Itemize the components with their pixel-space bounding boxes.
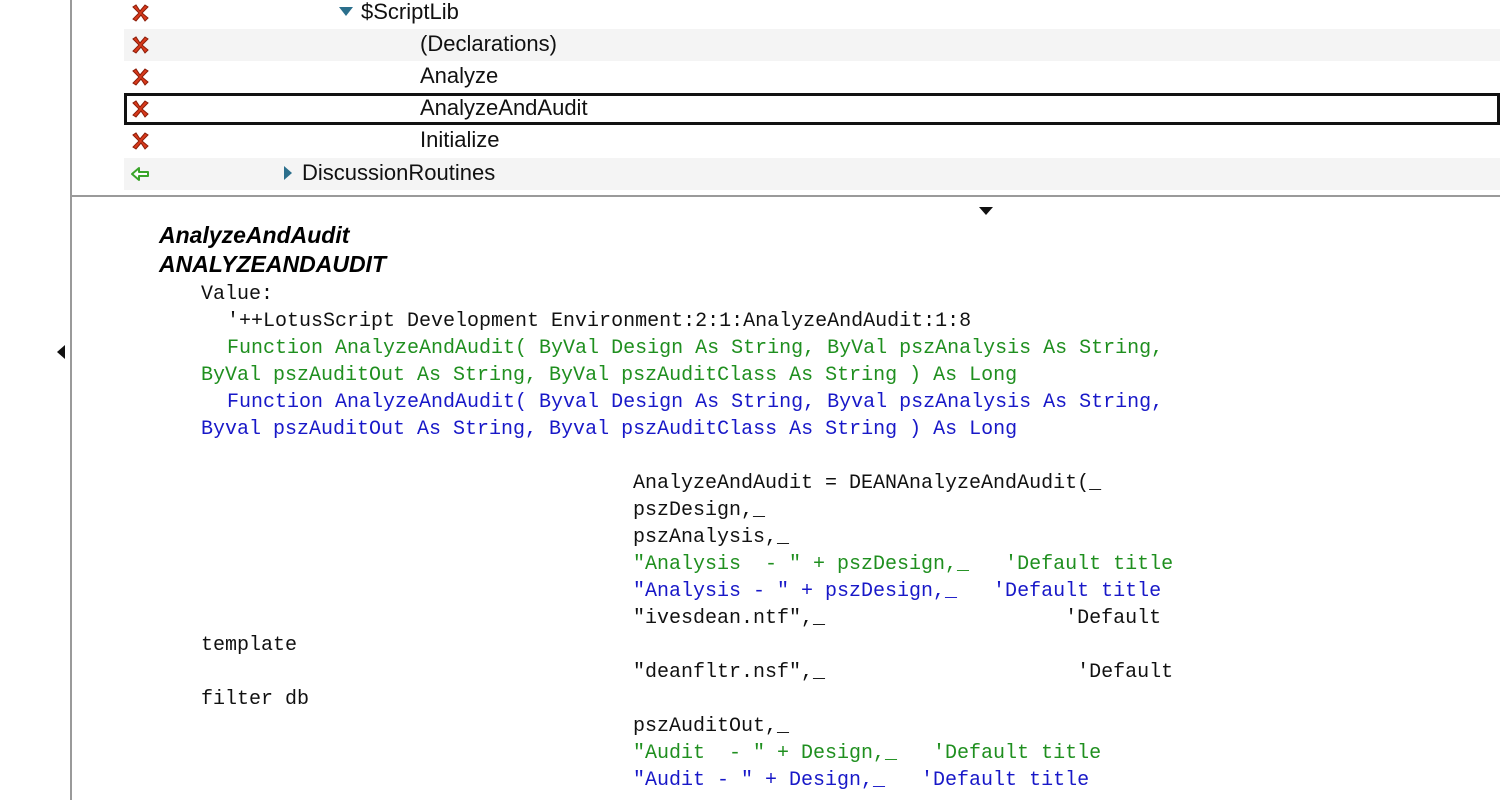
tree-row-declarations[interactable]: (Declarations)	[124, 29, 1500, 61]
code-line: "Analysis - " + pszDesign,_ 'Default tit…	[633, 553, 1174, 576]
tree-row-label: $ScriptLib	[361, 0, 459, 24]
code-line: pszDesign,_	[633, 499, 766, 522]
tree-row-label: Analyze	[420, 63, 499, 88]
code-line: filter db	[201, 688, 310, 711]
item-title: AnalyzeAndAudit	[159, 222, 350, 248]
code-line: Byval pszAuditOut As String, Byval pszAu…	[201, 418, 1018, 441]
code-line: pszAuditOut,_	[633, 715, 790, 738]
code-line: "deanfltr.nsf",_ 'Default	[633, 661, 1174, 684]
expand-right-arrow-icon[interactable]	[284, 166, 292, 180]
code-line: "Audit - " + Design,_ 'Default title	[633, 769, 1090, 792]
delete-x-icon	[132, 36, 149, 54]
code-line: pszAnalysis,_	[633, 526, 790, 549]
back-arrow-icon	[131, 167, 149, 181]
code-line: ByVal pszAuditOut As String, ByVal pszAu…	[201, 364, 1018, 387]
delete-x-icon	[132, 100, 149, 118]
item-title-upper: ANALYZEANDAUDIT	[159, 251, 387, 277]
left-gutter	[0, 0, 70, 800]
collapse-left-arrow-icon[interactable]	[57, 345, 65, 359]
code-line: AnalyzeAndAudit = DEANAnalyzeAndAudit(_	[633, 472, 1102, 495]
code-line: Function AnalyzeAndAudit( ByVal Design A…	[227, 337, 1164, 360]
pane-dropdown-arrow-icon[interactable]	[979, 207, 993, 215]
tree-row-initialize[interactable]: Initialize	[124, 125, 1500, 157]
design-tree: $ScriptLib (Declarations) Analyze Analyz…	[72, 0, 1500, 194]
delete-x-icon	[132, 68, 149, 86]
code-line: Function AnalyzeAndAudit( Byval Design A…	[227, 391, 1164, 414]
tree-row-scriptlib[interactable]: $ScriptLib	[124, 0, 1500, 29]
code-line: template	[201, 634, 298, 657]
tree-row-analyze[interactable]: Analyze	[124, 61, 1500, 93]
tree-row-label: AnalyzeAndAudit	[420, 95, 588, 120]
value-label: Value:	[201, 283, 274, 306]
tree-row-label: (Declarations)	[420, 31, 557, 56]
delete-x-icon	[132, 4, 149, 22]
code-line: '++LotusScript Development Environment:2…	[227, 310, 972, 333]
code-line: "ivesdean.ntf",_ 'Default	[633, 607, 1162, 630]
tree-row-discussionroutines[interactable]: DiscussionRoutines	[124, 158, 1500, 190]
expand-down-arrow-icon[interactable]	[339, 7, 353, 16]
code-line: "Audit - " + Design,_ 'Default title	[633, 742, 1102, 765]
tree-row-label: Initialize	[420, 127, 500, 152]
tree-row-analyzeandaudit[interactable]: AnalyzeAndAudit	[124, 93, 1500, 125]
tree-row-label: DiscussionRoutines	[302, 160, 496, 185]
delete-x-icon	[132, 132, 149, 150]
code-line: "Analysis - " + pszDesign,_ 'Default tit…	[633, 580, 1162, 603]
details-pane: AnalyzeAndAudit ANALYZEANDAUDIT Value: '…	[72, 197, 1500, 800]
